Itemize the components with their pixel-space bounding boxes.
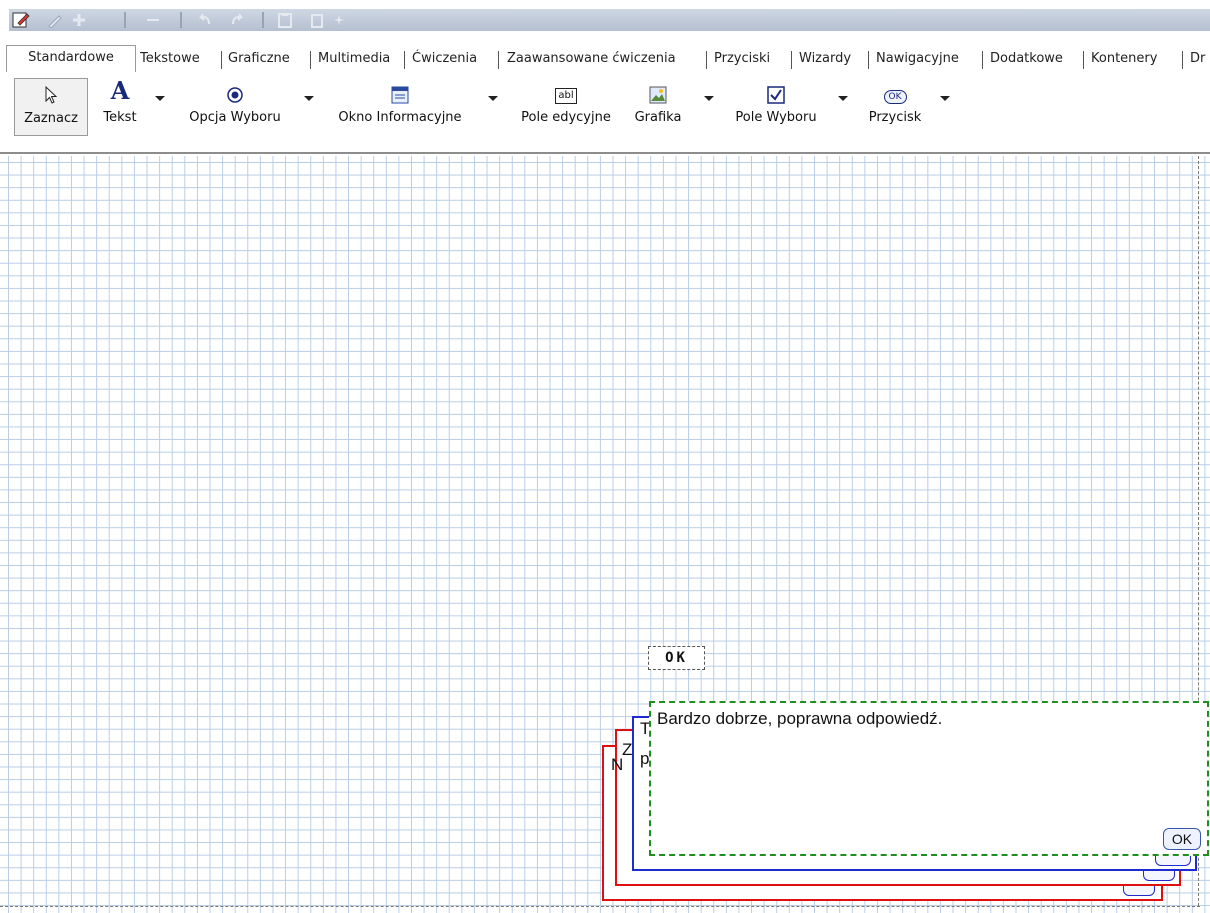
feedback-peek-text: Z [622, 740, 633, 759]
ok-button-icon-text: OK [883, 90, 907, 104]
ribbon-toolbar: Zaznacz A Tekst Opcja Wyboru Okno Inform… [0, 72, 1210, 154]
tab-nawigacyjne[interactable]: Nawigacyjne [876, 48, 959, 70]
undo-icon[interactable] [196, 11, 214, 29]
graphic-tool-button[interactable]: Grafika [632, 78, 684, 134]
star-icon[interactable] [330, 11, 348, 29]
tab-separator [310, 51, 311, 69]
tab-przyciski[interactable]: Przyciski [714, 48, 770, 70]
tab-kontenery[interactable]: Kontenery [1091, 48, 1157, 70]
text-a-icon: A [96, 78, 144, 104]
redo-icon[interactable] [228, 11, 246, 29]
tab-cwiczenia[interactable]: Ćwiczenia [412, 48, 477, 70]
page-icon[interactable] [308, 11, 326, 29]
info-window-tool-label: Okno Informacyjne [338, 110, 462, 125]
textbox-icon: abl [510, 78, 622, 104]
graphic-tool-dropdown-arrow[interactable] [704, 96, 714, 101]
pencil-icon[interactable] [46, 11, 64, 29]
text-tool-label: Tekst [103, 110, 137, 125]
edit-field-tool-label: Pole edycyjne [521, 110, 611, 125]
radio-tool-label: Opcja Wyboru [189, 110, 281, 125]
button-tool-dropdown-arrow[interactable] [940, 96, 950, 101]
tab-separator [982, 51, 983, 69]
tab-separator [791, 51, 792, 69]
tab-wizardy[interactable]: Wizardy [799, 48, 851, 70]
textbox-icon-text: abl [555, 88, 577, 104]
tab-dodatkowe[interactable]: Dodatkowe [990, 48, 1063, 70]
tab-separator [221, 51, 222, 69]
tab-multimedia[interactable]: Multimedia [318, 48, 390, 70]
feedback-message: Bardzo dobrze, poprawna odpowiedź. [657, 709, 943, 728]
radio-tool-button[interactable]: Opcja Wyboru [178, 78, 292, 134]
radio-icon [178, 78, 292, 104]
toolbar-strip [9, 9, 1210, 31]
ok-button-icon: OK [858, 78, 932, 104]
canvas-bottom-boundary [0, 906, 1200, 907]
checkbox-tool-dropdown-arrow[interactable] [838, 96, 848, 101]
image-icon [632, 78, 684, 104]
tab-separator [1182, 51, 1183, 69]
toolbar-separator [124, 12, 126, 28]
checkbox-icon [726, 78, 826, 104]
graphic-tool-label: Grafika [634, 110, 682, 125]
edit-field-tool-button[interactable]: abl Pole edycyjne [510, 78, 622, 134]
text-a-glyph: A [110, 76, 130, 105]
toolbar-separator [180, 12, 182, 28]
tab-separator [868, 51, 869, 69]
tab-separator [706, 51, 707, 69]
select-tool-label: Zaznacz [24, 111, 78, 126]
button-tool-button[interactable]: OK Przycisk [858, 78, 932, 134]
tab-standardowe[interactable]: Standardowe [6, 45, 136, 72]
tab-separator [1083, 51, 1084, 69]
cursor-icon [15, 79, 87, 105]
text-tool-button[interactable]: A Tekst [96, 78, 144, 134]
add-icon[interactable] [70, 11, 88, 29]
edit-mode-icon[interactable] [12, 11, 30, 29]
tab-separator [498, 51, 499, 69]
tab-separator [404, 51, 405, 69]
info-window-tool-button[interactable]: Okno Informacyjne [322, 78, 478, 134]
window-icon [322, 78, 478, 104]
select-tool-button[interactable]: Zaznacz [14, 78, 88, 136]
toolbar-separator [262, 12, 264, 28]
radio-tool-dropdown-arrow[interactable] [304, 96, 314, 101]
tab-tekstowe[interactable]: Tekstowe [140, 48, 200, 70]
info-window-dropdown-arrow[interactable] [488, 96, 498, 101]
text-tool-dropdown-arrow[interactable] [155, 96, 165, 101]
canvas-ok-button[interactable]: OK [648, 646, 705, 670]
checkbox-tool-button[interactable]: Pole Wyboru [726, 78, 826, 134]
tab-bar: Standardowe Tekstowe Graficzne Multimedi… [0, 42, 1210, 73]
tab-graficzne[interactable]: Graficzne [228, 48, 290, 70]
icon-toolbar [0, 0, 1210, 36]
feedback-ok-button[interactable]: OK [1163, 828, 1201, 850]
move-icon[interactable] [144, 11, 162, 29]
button-tool-label: Przycisk [868, 110, 922, 125]
tab-dr[interactable]: Dr [1190, 48, 1205, 70]
paste-icon[interactable] [276, 11, 294, 29]
tab-zaawansowane-cwiczenia[interactable]: Zaawansowane ćwiczenia [507, 48, 676, 70]
feedback-window-green[interactable]: Bardzo dobrze, poprawna odpowiedź. OK [649, 701, 1209, 856]
checkbox-tool-label: Pole Wyboru [735, 110, 817, 125]
